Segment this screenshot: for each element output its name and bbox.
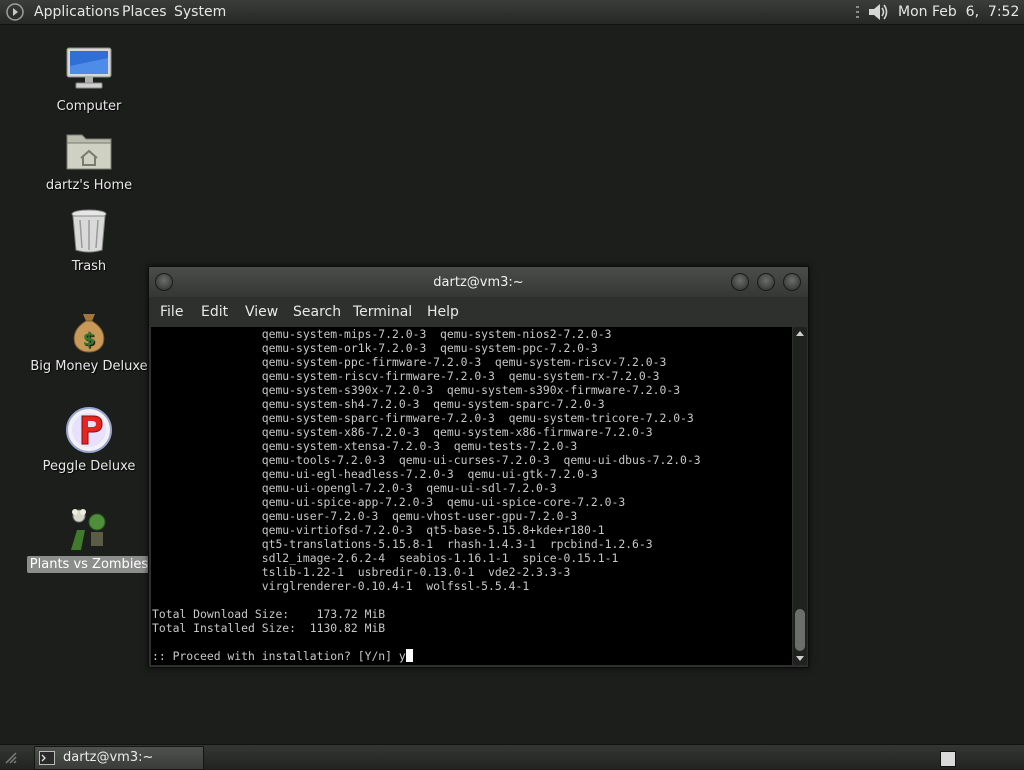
panel-handle-icon[interactable] <box>4 749 18 765</box>
desktop-icon-peggle[interactable]: Peggle Deluxe <box>24 406 154 475</box>
gnome-foot-icon[interactable] <box>6 3 24 21</box>
terminal-line: qemu-virtiofsd-7.2.0-3 qt5-base-5.15.8+k… <box>152 523 605 537</box>
scroll-thumb[interactable] <box>795 609 805 651</box>
terminal-line: tslib-1.22-1 usbredir-0.13.0-1 vde2-2.3.… <box>152 565 571 579</box>
terminal-line: sdl2_image-2.6.2-4 seabios-1.16.1-1 spic… <box>152 551 619 565</box>
terminal-line: qemu-system-mips-7.2.0-3 qemu-system-nio… <box>152 327 612 341</box>
menu-help[interactable]: Help <box>427 304 459 320</box>
terminal-line: qemu-tools-7.2.0-3 qemu-ui-curses-7.2.0-… <box>152 453 701 467</box>
taskbar-item-label: dartz@vm3:~ <box>63 750 154 765</box>
terminal-scrollbar[interactable] <box>793 327 807 665</box>
terminal-cursor <box>405 649 413 662</box>
minimize-icon[interactable] <box>731 273 749 291</box>
svg-text:$: $ <box>83 329 96 350</box>
desktop-icon-label: Computer <box>56 99 122 114</box>
computer-icon <box>66 47 112 89</box>
menu-search[interactable]: Search <box>293 304 341 320</box>
terminal-line: Total Installed Size: 1130.82 MiB <box>152 621 386 635</box>
terminal-line: qemu-system-riscv-firmware-7.2.0-3 qemu-… <box>152 369 660 383</box>
desktop-icon-label: Plants vs Zombies <box>26 556 152 573</box>
terminal-line: qemu-system-sparc-firmware-7.2.0-3 qemu-… <box>152 411 694 425</box>
terminal-line: qemu-ui-spice-app-7.2.0-3 qemu-ui-spice-… <box>152 495 626 509</box>
desktop-icon-label: dartz's Home <box>45 178 133 193</box>
terminal-line: qemu-system-ppc-firmware-7.2.0-3 qemu-sy… <box>152 355 667 369</box>
terminal-line: qemu-system-s390x-7.2.0-3 qemu-system-s3… <box>152 383 681 397</box>
peggle-icon <box>66 407 112 453</box>
terminal-menubar: File Edit View Search Terminal Help <box>149 297 808 327</box>
places-menu[interactable]: Places <box>122 4 167 21</box>
desktop-icon-label: Big Money Deluxe <box>30 359 148 374</box>
plants-vs-zombies-icon <box>71 509 106 550</box>
terminal-line: qemu-system-or1k-7.2.0-3 qemu-system-ppc… <box>152 341 598 355</box>
menu-edit[interactable]: Edit <box>201 304 228 320</box>
trash-icon <box>71 209 107 253</box>
terminal-line: qt5-translations-5.15.8-1 rhash-1.4.3-1 … <box>152 537 653 551</box>
applications-menu[interactable]: Applications <box>34 4 120 21</box>
terminal-line: qemu-system-sh4-7.2.0-3 qemu-system-spar… <box>152 397 605 411</box>
scroll-down-icon[interactable] <box>793 653 807 665</box>
bottom-panel: dartz@vm3:~ <box>0 744 1024 770</box>
window-title: dartz@vm3:~ <box>433 275 524 290</box>
terminal-line: qemu-ui-egl-headless-7.2.0-3 qemu-ui-gtk… <box>152 467 598 481</box>
taskbar-item-terminal[interactable]: dartz@vm3:~ <box>34 746 204 770</box>
top-panel: Applications Places System Mon Feb 6, 7:… <box>0 0 1024 25</box>
terminal-output[interactable]: qemu-system-mips-7.2.0-3 qemu-system-nio… <box>151 327 792 665</box>
terminal-line: qemu-ui-opengl-7.2.0-3 qemu-ui-sdl-7.2.0… <box>152 481 557 495</box>
terminal-line: qemu-user-7.2.0-3 qemu-vhost-user-gpu-7.… <box>152 509 578 523</box>
desktop-icon-label: Trash <box>71 259 107 274</box>
terminal-window[interactable]: dartz@vm3:~ File Edit View Search Termin… <box>148 266 809 668</box>
close-icon[interactable] <box>783 273 801 291</box>
home-folder-icon <box>66 134 112 170</box>
menu-terminal[interactable]: Terminal <box>353 304 412 320</box>
maximize-icon[interactable] <box>757 273 775 291</box>
scroll-up-icon[interactable] <box>793 327 807 339</box>
menu-view[interactable]: View <box>245 304 278 320</box>
terminal-line: virglrenderer-0.10.4-1 wolfssl-5.5.4-1 <box>152 579 530 593</box>
volume-icon[interactable] <box>866 1 890 23</box>
desktop-icon-computer[interactable]: Computer <box>24 44 154 115</box>
menu-file[interactable]: File <box>160 304 183 320</box>
terminal-icon <box>39 751 55 765</box>
desktop-icon-label: Peggle Deluxe <box>42 459 136 474</box>
desktop-icon-plants-vs-zombies[interactable]: Plants vs Zombies <box>24 506 154 573</box>
terminal-line: :: Proceed with installation? [Y/n] y <box>151 649 792 663</box>
system-menu[interactable]: System <box>174 4 226 21</box>
desktop-icon-big-money[interactable]: $ Big Money Deluxe <box>24 308 154 375</box>
show-desktop-icon[interactable] <box>940 751 956 767</box>
desktop-icon-trash[interactable]: Trash <box>24 208 154 275</box>
window-titlebar[interactable]: dartz@vm3:~ <box>149 267 808 297</box>
desktop-icon-home[interactable]: dartz's Home <box>24 127 154 194</box>
terminal-line: qemu-system-x86-7.2.0-3 qemu-system-x86-… <box>152 425 653 439</box>
terminal-line: qemu-system-xtensa-7.2.0-3 qemu-tests-7.… <box>152 439 578 453</box>
terminal-line: Total Download Size: 173.72 MiB <box>152 607 386 621</box>
panel-handle-icon[interactable] <box>856 5 860 19</box>
money-bag-icon: $ <box>73 314 105 353</box>
clock[interactable]: Mon Feb 6, 7:52 PM <box>898 4 1024 21</box>
